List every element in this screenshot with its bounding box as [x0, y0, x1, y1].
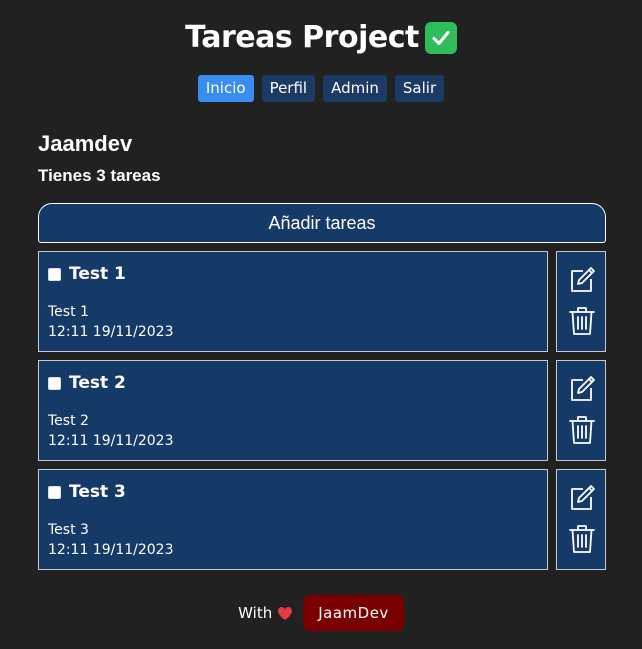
task-card: Test 2 Test 2 12:11 19/11/2023 [38, 360, 548, 461]
task-title: Test 2 [69, 373, 126, 393]
task-datetime: 12:11 19/11/2023 [48, 433, 174, 449]
main-nav: Inicio Perfil Admin Salir [0, 75, 642, 102]
task-checkbox[interactable] [48, 267, 61, 281]
task-header: Test 1 [48, 264, 126, 284]
task-actions [556, 360, 606, 461]
nav-inicio-button[interactable]: Inicio [197, 75, 254, 102]
footer-with-text: With [238, 604, 273, 622]
task-datetime: 12:11 19/11/2023 [48, 324, 174, 340]
task-header: Test 2 [48, 373, 126, 393]
app-header: Tareas Project [0, 20, 642, 55]
heart-icon [277, 606, 293, 621]
nav-salir-button[interactable]: Salir [394, 75, 445, 102]
task-title: Test 1 [69, 264, 126, 284]
footer: With JaamDev [0, 595, 642, 631]
check-mark-button-icon [424, 21, 457, 54]
page-title: Tareas Project [185, 20, 419, 55]
add-tasks-button[interactable]: Añadir tareas [38, 203, 606, 243]
task-description: Test 1 [48, 304, 89, 320]
trash-icon[interactable] [569, 415, 595, 449]
task-actions [556, 251, 606, 352]
nav-perfil-button[interactable]: Perfil [261, 75, 316, 102]
author-button[interactable]: JaamDev [303, 595, 404, 631]
task-header: Test 3 [48, 482, 126, 502]
trash-icon[interactable] [569, 306, 595, 340]
task-card: Test 1 Test 1 12:11 19/11/2023 [38, 251, 548, 352]
username-heading: Jaamdev [38, 131, 133, 156]
task-description: Test 3 [48, 522, 89, 538]
task-actions [556, 469, 606, 570]
task-description: Test 2 [48, 413, 89, 429]
task-card: Test 3 Test 3 12:11 19/11/2023 [38, 469, 548, 570]
edit-icon[interactable] [568, 266, 596, 298]
task-count-text: Tienes 3 tareas [38, 166, 161, 185]
task-checkbox[interactable] [48, 485, 61, 499]
task-title: Test 3 [69, 482, 126, 502]
nav-admin-button[interactable]: Admin [323, 75, 387, 102]
task-datetime: 12:11 19/11/2023 [48, 542, 174, 558]
task-checkbox[interactable] [48, 376, 61, 390]
trash-icon[interactable] [569, 524, 595, 558]
edit-icon[interactable] [568, 484, 596, 516]
edit-icon[interactable] [568, 375, 596, 407]
